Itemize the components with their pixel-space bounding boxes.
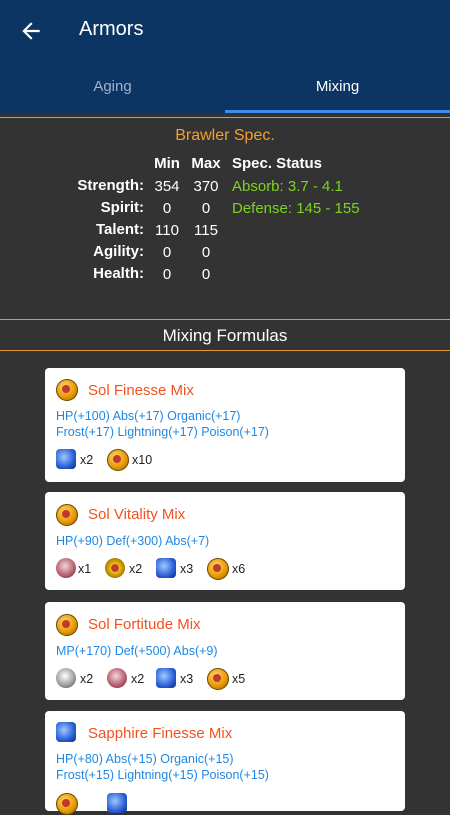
sol-coin-icon bbox=[207, 558, 229, 580]
stat-max-strength: 370 bbox=[193, 178, 219, 195]
tab-mixing[interactable]: Mixing bbox=[225, 62, 450, 114]
silver-sphere-icon bbox=[56, 668, 76, 688]
page-title: Armors bbox=[79, 18, 144, 40]
stat-label-health: Health: bbox=[93, 265, 144, 282]
stat-min-talent: 110 bbox=[155, 222, 179, 239]
formula-name: Sol Finesse Mix bbox=[88, 382, 194, 399]
stat-label-talent: Talent: bbox=[95, 221, 144, 238]
stat-label-agility: Agility: bbox=[93, 243, 144, 260]
formula-effects: HP(+80) Abs(+15) Organic(+15) bbox=[56, 752, 234, 766]
stat-max-spirit: 0 bbox=[201, 200, 211, 217]
section-title: Mixing Formulas bbox=[162, 326, 288, 345]
status-defense: Defense: 145 - 155 bbox=[232, 200, 360, 217]
stat-max-talent: 115 bbox=[194, 222, 218, 239]
ingredient-qty: x10 bbox=[132, 453, 153, 467]
stat-max-agility: 0 bbox=[201, 244, 211, 261]
formula-name: Sol Vitality Mix bbox=[88, 506, 186, 523]
sol-coin-icon bbox=[56, 379, 78, 401]
ingredient-qty: x3 bbox=[180, 672, 194, 686]
spec-title: Brawler Spec. bbox=[175, 127, 275, 144]
ingredient-qty: x3 bbox=[180, 562, 194, 576]
ingredient-qty: x2 bbox=[131, 672, 145, 686]
sol-coin-icon bbox=[56, 793, 78, 815]
formula-name: Sol Fortitude Mix bbox=[88, 616, 201, 633]
active-tab-indicator bbox=[225, 110, 450, 113]
col-min-header: Min bbox=[154, 155, 180, 172]
sapphire-icon bbox=[107, 793, 127, 813]
tab-aging[interactable]: Aging bbox=[0, 62, 225, 114]
ornate-medallion-icon bbox=[105, 558, 125, 578]
formula-card[interactable]: Sol Finesse Mix HP(+100) Abs(+17) Organi… bbox=[45, 368, 405, 482]
sapphire-icon bbox=[156, 668, 176, 688]
formula-effects: HP(+90) Def(+300) Abs(+7) bbox=[56, 534, 210, 548]
formula-effects: Frost(+17) Lightning(+17) Poison(+17) bbox=[56, 425, 269, 439]
formula-card[interactable]: Sol Vitality Mix HP(+90) Def(+300) Abs(+… bbox=[45, 492, 405, 590]
ingredient-qty: x5 bbox=[232, 672, 246, 686]
ingredient-qty: x2 bbox=[80, 453, 94, 467]
ingredient-qty: x6 bbox=[232, 562, 246, 576]
ingredient-qty: x2 bbox=[129, 562, 143, 576]
divider bbox=[0, 350, 450, 351]
divider bbox=[0, 117, 450, 118]
stat-min-agility: 0 bbox=[162, 244, 172, 261]
stat-label-spirit: Spirit: bbox=[100, 199, 144, 216]
sapphire-icon bbox=[156, 558, 176, 578]
stat-max-health: 0 bbox=[201, 266, 211, 283]
ingredient-qty: x1 bbox=[78, 562, 92, 576]
sol-coin-icon bbox=[207, 668, 229, 690]
divider bbox=[0, 319, 450, 320]
stat-min-strength: 354 bbox=[154, 178, 180, 195]
stat-label-strength: Strength: bbox=[77, 177, 144, 194]
status-absorb: Absorb: 3.7 - 4.1 bbox=[232, 178, 343, 195]
sol-coin-icon bbox=[56, 614, 78, 636]
skull-icon bbox=[56, 558, 76, 578]
sapphire-icon bbox=[56, 449, 76, 469]
sol-coin-icon bbox=[107, 449, 129, 471]
formula-effects: Frost(+15) Lightning(+15) Poison(+15) bbox=[56, 768, 269, 782]
col-max-header: Max bbox=[191, 155, 221, 172]
tab-bar: Aging Mixing bbox=[0, 62, 450, 114]
formula-card[interactable]: Sol Fortitude Mix MP(+170) Def(+500) Abs… bbox=[45, 602, 405, 700]
formula-effects: HP(+100) Abs(+17) Organic(+17) bbox=[56, 409, 241, 423]
app-bar: Armors bbox=[0, 0, 450, 62]
col-status-header: Spec. Status bbox=[232, 155, 323, 172]
formula-card[interactable]: Sapphire Finesse Mix HP(+80) Abs(+15) Or… bbox=[45, 711, 405, 815]
stat-min-spirit: 0 bbox=[162, 200, 172, 217]
ingredient-qty: x2 bbox=[80, 672, 94, 686]
sol-coin-icon bbox=[56, 504, 78, 526]
sapphire-icon bbox=[56, 722, 76, 742]
formula-name: Sapphire Finesse Mix bbox=[88, 725, 233, 742]
stat-min-health: 0 bbox=[162, 266, 172, 283]
formula-effects: MP(+170) Def(+500) Abs(+9) bbox=[56, 644, 218, 658]
back-arrow-icon[interactable] bbox=[18, 18, 44, 44]
skull-icon bbox=[107, 668, 127, 688]
